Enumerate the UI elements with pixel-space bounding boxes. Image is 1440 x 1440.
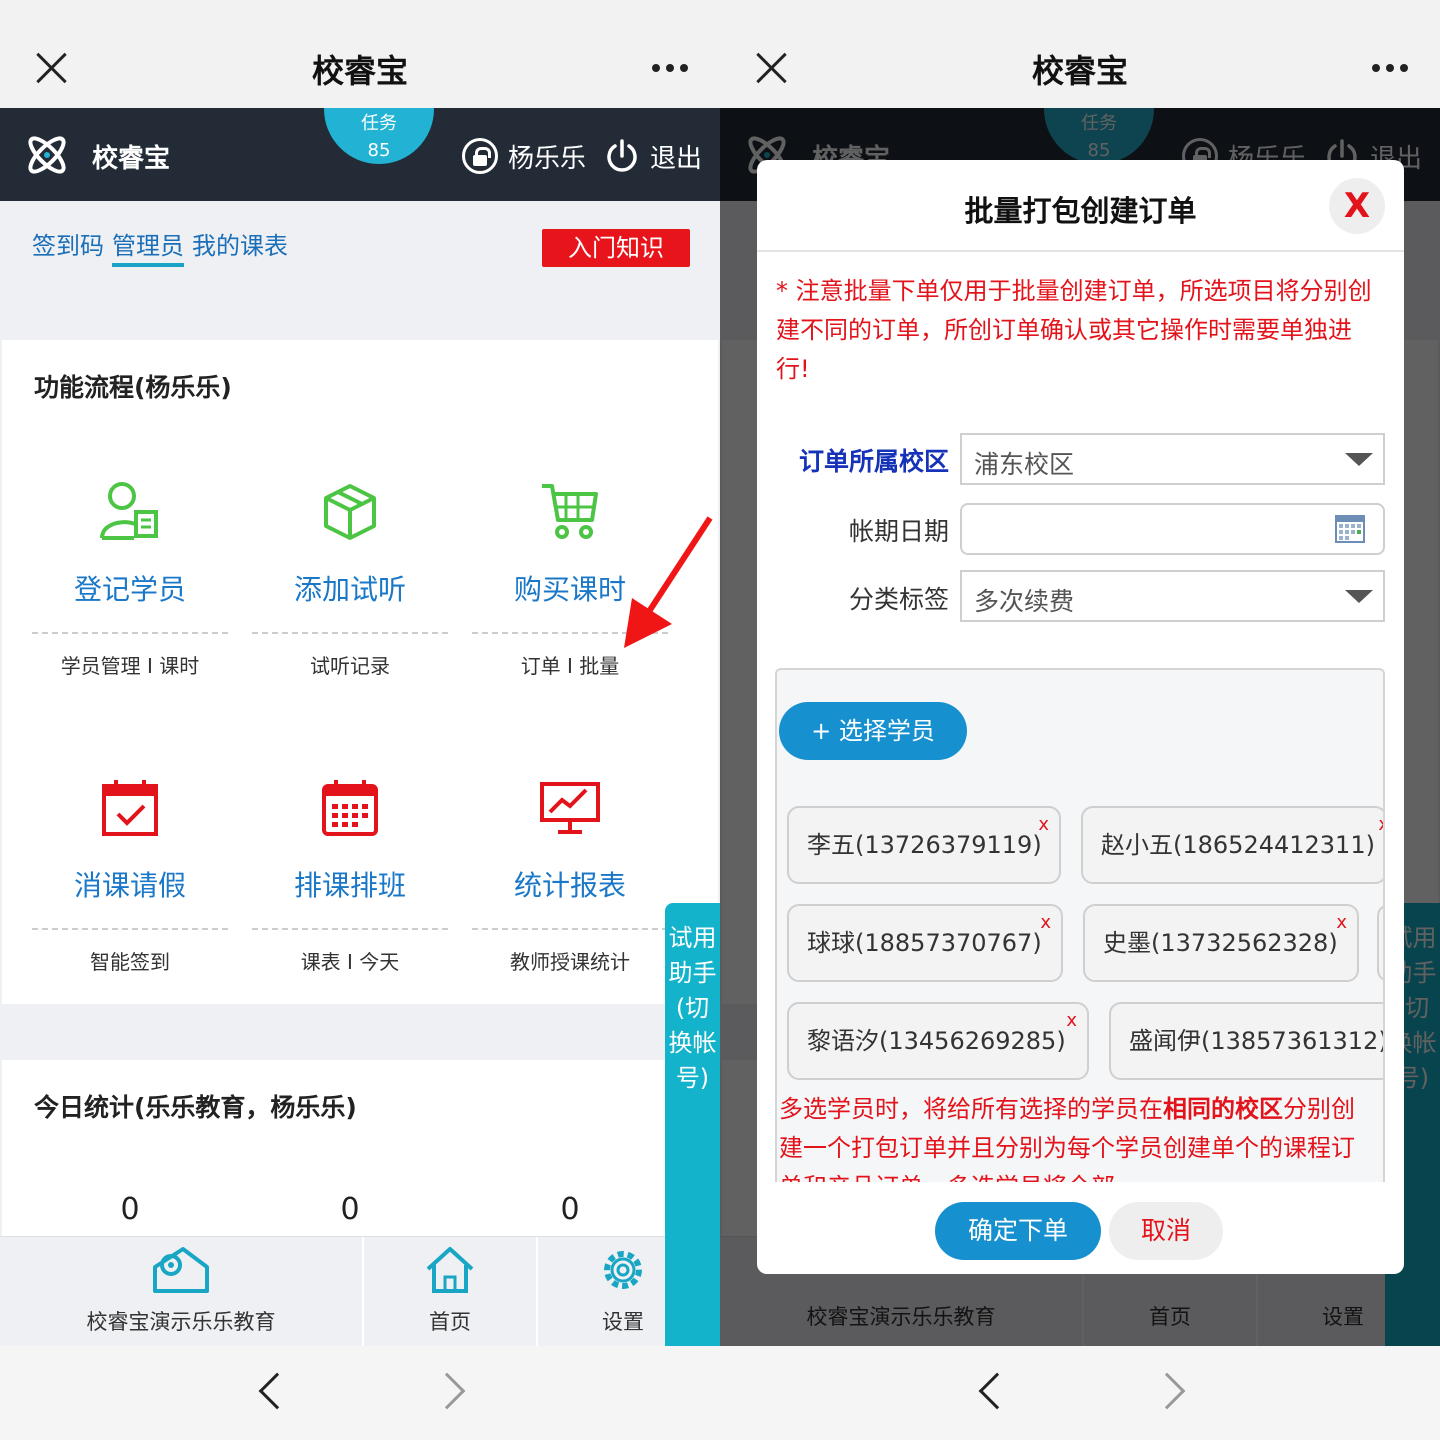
- tab-label: 首页: [429, 1310, 471, 1334]
- red-arrow-annotation: [624, 516, 713, 648]
- feature-scheduling[interactable]: 排课排班 课表 I 今天: [252, 776, 448, 975]
- feature-sub-link[interactable]: 教师授课统计: [472, 946, 668, 975]
- modal-close-button[interactable]: X: [1329, 178, 1385, 234]
- student-selection-panel: + 选择学员 李五(13726379119) x 赵小五(18652441231…: [775, 668, 1385, 1182]
- feature-name: 统计报表: [513, 869, 626, 902]
- campus-label: 订单所属校区: [798, 447, 949, 476]
- remove-student-icon[interactable]: x: [1336, 886, 1347, 960]
- category-tag-value: 多次续费: [974, 587, 1075, 616]
- student-chip-label: 史墨(13732562328): [1103, 929, 1338, 957]
- calendar-grid-icon: [322, 780, 378, 836]
- window-title: 校睿宝: [1031, 52, 1128, 90]
- gear-icon: [604, 1251, 642, 1289]
- period-date-label: 帐期日期: [848, 517, 949, 546]
- browser-bottom-nav: [0, 1346, 720, 1440]
- bottom-tab-bar: 校睿宝演示乐乐教育 首页 设置: [0, 1236, 720, 1347]
- multi-select-note: 多选学员时，将给所有选择的学员在相同的校区分别创建一个打包订单并且分别为每个学员…: [779, 1090, 1359, 1182]
- student-chip-label: 黎语汐(13456269285): [807, 1027, 1066, 1055]
- cancel-button[interactable]: 取消: [1109, 1202, 1223, 1260]
- back-chevron-icon[interactable]: [258, 1372, 296, 1410]
- dropdown-arrow-icon: [1345, 453, 1373, 466]
- tab-label: 校睿宝演示乐乐教育: [86, 1310, 276, 1334]
- remove-student-icon[interactable]: x: [1038, 788, 1049, 862]
- campus-select[interactable]: 浦东校区: [960, 433, 1385, 485]
- tab-school[interactable]: 校睿宝演示乐乐教育: [0, 1237, 362, 1347]
- remove-student-icon[interactable]: x: [1378, 788, 1383, 862]
- category-tag-label: 分类标签: [848, 585, 949, 614]
- student-chip-label: 盛闻伊(13857361312): [1129, 1027, 1385, 1055]
- student-chip: 盛闻伊(13857361312): [1109, 1002, 1385, 1080]
- modal-warning: * 注意批量下单仅用于批量创建订单，所选项目将分别创建不同的订单，所创订单确认或…: [776, 277, 1372, 383]
- stat-value: 0: [120, 1192, 140, 1227]
- feature-sub-link[interactable]: 课表 I 今天: [252, 946, 448, 975]
- more-icon[interactable]: [1370, 64, 1410, 74]
- student-chip-label: 球球(18857370767): [807, 929, 1042, 957]
- feature-name: 排课排班: [293, 869, 406, 902]
- category-tag-select[interactable]: 多次续费: [960, 570, 1385, 622]
- today-stats-title: 今日统计(乐乐教育，杨乐乐): [34, 1093, 357, 1122]
- feature-sub-link[interactable]: 智能签到: [32, 946, 228, 975]
- calendar-icon[interactable]: [1335, 515, 1365, 543]
- feature-name: 消课请假: [73, 869, 186, 902]
- choose-student-button[interactable]: + 选择学员: [779, 702, 967, 760]
- remove-student-icon[interactable]: x: [1040, 886, 1051, 960]
- student-chip: 黎语汐(13456269285) x: [787, 1002, 1089, 1080]
- chart-monitor-icon: [540, 782, 600, 834]
- wechat-top-bar: 校睿宝: [720, 0, 1440, 108]
- student-chip: 赵小五(186524412311) x: [1081, 806, 1383, 884]
- student-chip-label: 赵小五(186524412311): [1101, 831, 1375, 859]
- period-date-input[interactable]: [960, 503, 1385, 555]
- right-screen: 校睿宝 校睿宝 杨乐乐 退出 任务 85 校睿宝演示乐乐教育: [720, 0, 1440, 1440]
- divider: [32, 928, 228, 930]
- student-chip: 史墨(13732562328) x: [1083, 904, 1359, 982]
- confirm-order-button[interactable]: 确定下单: [935, 1202, 1101, 1260]
- divider: [472, 928, 668, 930]
- left-screen: 校睿宝 校睿宝 杨乐乐 退出 任务 85 签到码 管理员 我的课表 入门知识 功…: [0, 0, 720, 1440]
- browser-bottom-nav: [720, 1346, 1440, 1440]
- home-icon: [426, 1247, 474, 1293]
- forward-chevron-icon[interactable]: [1148, 1372, 1186, 1410]
- student-chip-overflow: [1377, 904, 1383, 982]
- feature-statistics[interactable]: 统计报表 教师授课统计: [472, 776, 668, 975]
- modal-divider: [757, 250, 1404, 252]
- campus-value: 浦东校区: [974, 450, 1075, 479]
- student-chip: 球球(18857370767) x: [787, 904, 1063, 982]
- student-chip-label: 李五(13726379119): [807, 831, 1042, 859]
- feature-cancel-leave[interactable]: 消课请假 智能签到: [32, 776, 228, 975]
- batch-order-modal: 批量打包创建订单 X * 注意批量下单仅用于批量创建订单，所选项目将分别创建不同…: [757, 160, 1404, 1274]
- forward-chevron-icon[interactable]: [428, 1372, 466, 1410]
- stat-value: 0: [340, 1192, 360, 1227]
- remove-student-icon[interactable]: x: [1066, 984, 1077, 1058]
- today-stats-card: 今日统计(乐乐教育，杨乐乐) 0 0 0: [2, 1060, 718, 1236]
- dropdown-arrow-icon: [1345, 590, 1373, 603]
- divider: [252, 928, 448, 930]
- back-chevron-icon[interactable]: [978, 1372, 1016, 1410]
- note-bold: 相同的校区: [1163, 1095, 1283, 1123]
- trial-assistant-tab[interactable]: 试用助手(切换帐号): [665, 903, 720, 1347]
- stat-value: 0: [560, 1192, 580, 1227]
- school-gear-icon: [153, 1247, 209, 1293]
- student-chip: 李五(13726379119) x: [787, 806, 1061, 884]
- note-text-1: 多选学员时，将给所有选择的学员在: [779, 1095, 1163, 1123]
- calendar-check-icon: [102, 780, 158, 836]
- tab-home[interactable]: 首页: [364, 1237, 536, 1347]
- modal-title: 批量打包创建订单: [964, 194, 1197, 228]
